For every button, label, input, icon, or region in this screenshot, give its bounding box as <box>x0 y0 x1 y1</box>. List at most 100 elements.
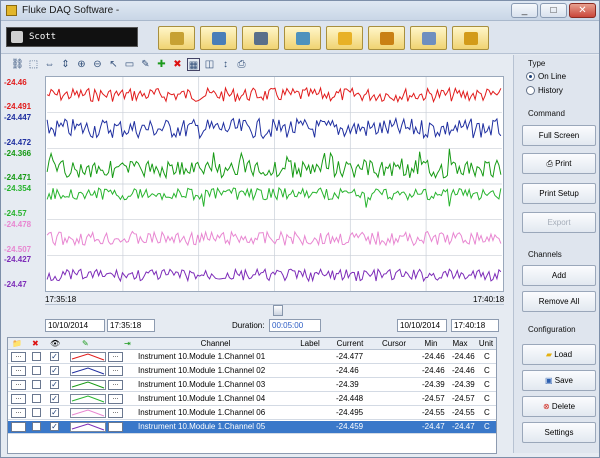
link-icon[interactable]: ⛓ <box>11 58 24 71</box>
delete-icon[interactable]: ✖ <box>171 58 184 71</box>
row-remove-checkbox[interactable] <box>32 366 41 375</box>
row-visible-checkbox[interactable]: ✓ <box>50 366 59 375</box>
col-channel: Channel <box>200 339 231 348</box>
heat-icon <box>380 32 394 45</box>
user-field[interactable]: Scott <box>6 27 138 47</box>
max-cell: -24.55 <box>452 408 475 417</box>
remove-all-button[interactable]: Remove All <box>522 291 596 312</box>
split-icon[interactable]: ◫ <box>203 58 216 71</box>
toolbar-chart-button[interactable] <box>326 26 363 50</box>
start-date-field[interactable]: 10/10/2014 <box>45 319 105 332</box>
table-row[interactable]: ... ✓... Instrument 10.Module 1.Channel 05… <box>8 421 496 434</box>
table-row[interactable]: ... ✓... Instrument 10.Module 1.Channel 02… <box>8 365 496 378</box>
zoom-in-icon[interactable]: ⊕ <box>75 58 88 71</box>
zoom-y-icon[interactable]: ⇕ <box>59 58 72 71</box>
settings-button[interactable]: Settings <box>522 422 596 443</box>
row-remove-checkbox[interactable] <box>32 422 41 431</box>
load-button[interactable]: ▰ Load <box>522 344 596 365</box>
row-visible-checkbox[interactable]: ✓ <box>50 380 59 389</box>
delete-button[interactable]: ⊗ Delete <box>522 396 596 417</box>
chart-area[interactable] <box>45 76 504 292</box>
min-cell: -24.46 <box>422 352 445 361</box>
table-row[interactable]: ... ✓... Instrument 10.Module 1.Channel 03… <box>8 379 496 392</box>
color-swatch[interactable] <box>70 408 106 418</box>
print-button[interactable]: ⎙ Print <box>522 153 596 174</box>
row-remove-checkbox[interactable] <box>32 380 41 389</box>
row-color-button[interactable]: ... <box>108 394 123 404</box>
save-button[interactable]: ▣ Save <box>522 370 596 391</box>
color-swatch[interactable] <box>70 394 106 404</box>
row-visible-checkbox[interactable]: ✓ <box>50 408 59 417</box>
pointer-icon[interactable]: ↖ <box>107 58 120 71</box>
current-cell: -24.459 <box>336 422 364 431</box>
add-icon[interactable]: ✚ <box>155 58 168 71</box>
cursor-icon[interactable]: ▭ <box>123 58 136 71</box>
row-options-button[interactable]: ... <box>11 422 26 432</box>
row-visible-checkbox[interactable]: ✓ <box>50 422 59 431</box>
fit-icon[interactable]: ↕ <box>219 58 232 71</box>
full-screen-button[interactable]: Full Screen <box>522 125 596 146</box>
start-time-field[interactable]: 17:35:18 <box>107 319 155 332</box>
slider-thumb[interactable] <box>273 305 283 316</box>
row-options-button[interactable]: ... <box>11 352 26 362</box>
toolbar-mail-button[interactable] <box>410 26 447 50</box>
toolbar-list-button[interactable] <box>242 26 279 50</box>
online-radio[interactable] <box>526 72 535 81</box>
maximize-button[interactable]: □ <box>540 3 567 18</box>
toolbar-heat-button[interactable] <box>368 26 405 50</box>
row-color-button[interactable]: ... <box>108 380 123 390</box>
minimize-button[interactable]: _ <box>511 3 538 18</box>
table-row[interactable]: ... ✓... Instrument 10.Module 1.Channel 01… <box>8 351 496 364</box>
unit-cell: C <box>484 408 490 417</box>
delete-label: Delete <box>551 402 576 411</box>
row-color-button[interactable]: ... <box>108 422 123 432</box>
color-swatch[interactable] <box>70 352 106 362</box>
row-visible-checkbox[interactable]: ✓ <box>50 394 59 403</box>
table-row[interactable]: ... ✓... Instrument 10.Module 1.Channel 04… <box>8 393 496 406</box>
color-swatch[interactable] <box>70 366 106 376</box>
folder-icon[interactable]: 📁 <box>12 339 22 348</box>
row-color-button[interactable]: ... <box>108 408 123 418</box>
row-color-button[interactable]: ... <box>108 352 123 362</box>
remove-icon[interactable]: ✖ <box>32 339 39 348</box>
history-radio[interactable] <box>526 86 535 95</box>
row-color-button[interactable]: ... <box>108 366 123 376</box>
row-visible-checkbox[interactable]: ✓ <box>50 352 59 361</box>
zoom-area-icon[interactable]: ⬚ <box>27 58 40 71</box>
user-icon <box>11 31 23 43</box>
row-remove-checkbox[interactable] <box>32 394 41 403</box>
print-setup-button[interactable]: Print Setup <box>522 183 596 204</box>
toolbar-lock-button[interactable] <box>158 26 195 50</box>
grid-icon[interactable]: ▦ <box>187 58 200 71</box>
table-row[interactable]: ... ✓... Instrument 10.Module 1.Channel 06… <box>8 407 496 420</box>
toolbar-network-button[interactable] <box>284 26 321 50</box>
end-time-field[interactable]: 17:40:18 <box>451 319 499 332</box>
export-button[interactable]: Export <box>522 212 596 233</box>
export-icon[interactable]: ⇥ <box>124 339 131 348</box>
row-options-button[interactable]: ... <box>11 380 26 390</box>
row-options-button[interactable]: ... <box>11 394 26 404</box>
row-remove-checkbox[interactable] <box>32 352 41 361</box>
duration-field[interactable]: 00:05:00 <box>269 319 321 332</box>
zoom-x-icon[interactable]: ⇔ <box>43 58 56 71</box>
row-options-button[interactable]: ... <box>11 366 26 376</box>
series-line <box>46 186 502 208</box>
visibility-icon[interactable]: 👁 <box>50 339 60 348</box>
current-cell: -24.495 <box>336 408 364 417</box>
max-cell: -24.46 <box>452 366 475 375</box>
close-button[interactable]: ✕ <box>569 3 596 18</box>
print-icon[interactable]: ⎙ <box>235 58 248 71</box>
add-button[interactable]: Add <box>522 265 596 286</box>
x-start-label: 17:35:18 <box>45 295 77 304</box>
zoom-out-icon[interactable]: ⊖ <box>91 58 104 71</box>
toolbar-user-settings-button[interactable] <box>200 26 237 50</box>
pen-icon[interactable]: ✎ <box>82 339 89 348</box>
row-remove-checkbox[interactable] <box>32 408 41 417</box>
row-options-button[interactable]: ... <box>11 408 26 418</box>
color-swatch[interactable] <box>70 380 106 390</box>
toolbar-close-button[interactable] <box>452 26 489 50</box>
edit-icon[interactable]: ✎ <box>139 58 152 71</box>
time-slider[interactable] <box>45 304 504 316</box>
end-date-field[interactable]: 10/10/2014 <box>397 319 447 332</box>
color-swatch[interactable] <box>70 422 106 432</box>
